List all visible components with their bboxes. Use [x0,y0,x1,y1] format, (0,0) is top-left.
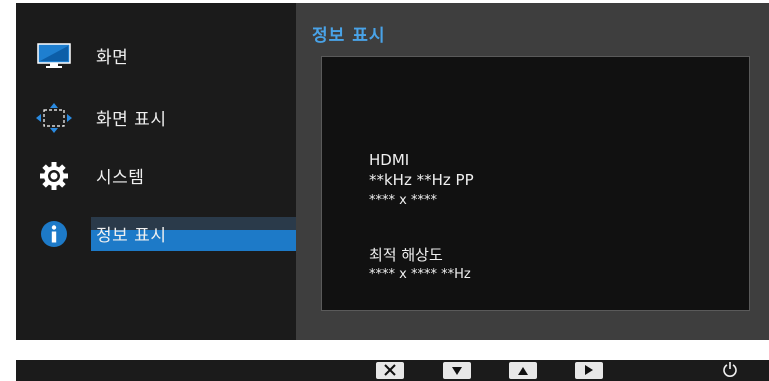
optimal-resolution-text: **** x **** **Hz [369,267,471,282]
info-icon [36,217,72,251]
input-source-text: HDMI [369,151,410,169]
osd-menu: 화면 화면 표시 시스템 정보 표시 정보 표시 HDMI **kHz **Hz… [16,3,769,340]
down-button[interactable] [443,362,471,379]
optimal-resolution-label: 최적 해상도 [369,246,443,264]
sidebar-item-screen[interactable]: 화면 [16,39,296,73]
monitor-icon [36,39,72,73]
sidebar-item-label: 화면 표시 [96,110,167,130]
move-arrows-icon [36,101,72,135]
sidebar-item-label: 정보 표시 [96,226,167,246]
close-icon [383,361,397,380]
triangle-right-icon [584,361,594,380]
sidebar-item-onscreen-display[interactable]: 화면 표시 [16,101,296,135]
power-button[interactable] [720,361,740,380]
information-box: HDMI **kHz **Hz PP **** x **** 최적 해상도 **… [321,56,750,311]
triangle-up-icon [517,361,529,380]
sidebar-item-system[interactable]: 시스템 [16,159,296,193]
sidebar: 화면 화면 표시 시스템 정보 표시 [16,3,296,340]
panel-title: 정보 표시 [312,26,386,46]
frequency-text: **kHz **Hz PP [369,171,474,189]
current-resolution-text: **** x **** [369,193,437,208]
sidebar-item-information[interactable]: 정보 표시 [16,217,296,251]
right-button[interactable] [575,362,603,379]
triangle-down-icon [451,361,463,380]
control-bar [16,360,769,381]
up-button[interactable] [509,362,537,379]
gear-icon [36,159,72,193]
information-panel: 정보 표시 HDMI **kHz **Hz PP **** x **** 최적 … [296,3,769,340]
sidebar-item-label: 시스템 [96,168,145,188]
sidebar-item-label: 화면 [96,48,129,68]
power-icon [722,361,738,381]
close-button[interactable] [376,362,404,379]
